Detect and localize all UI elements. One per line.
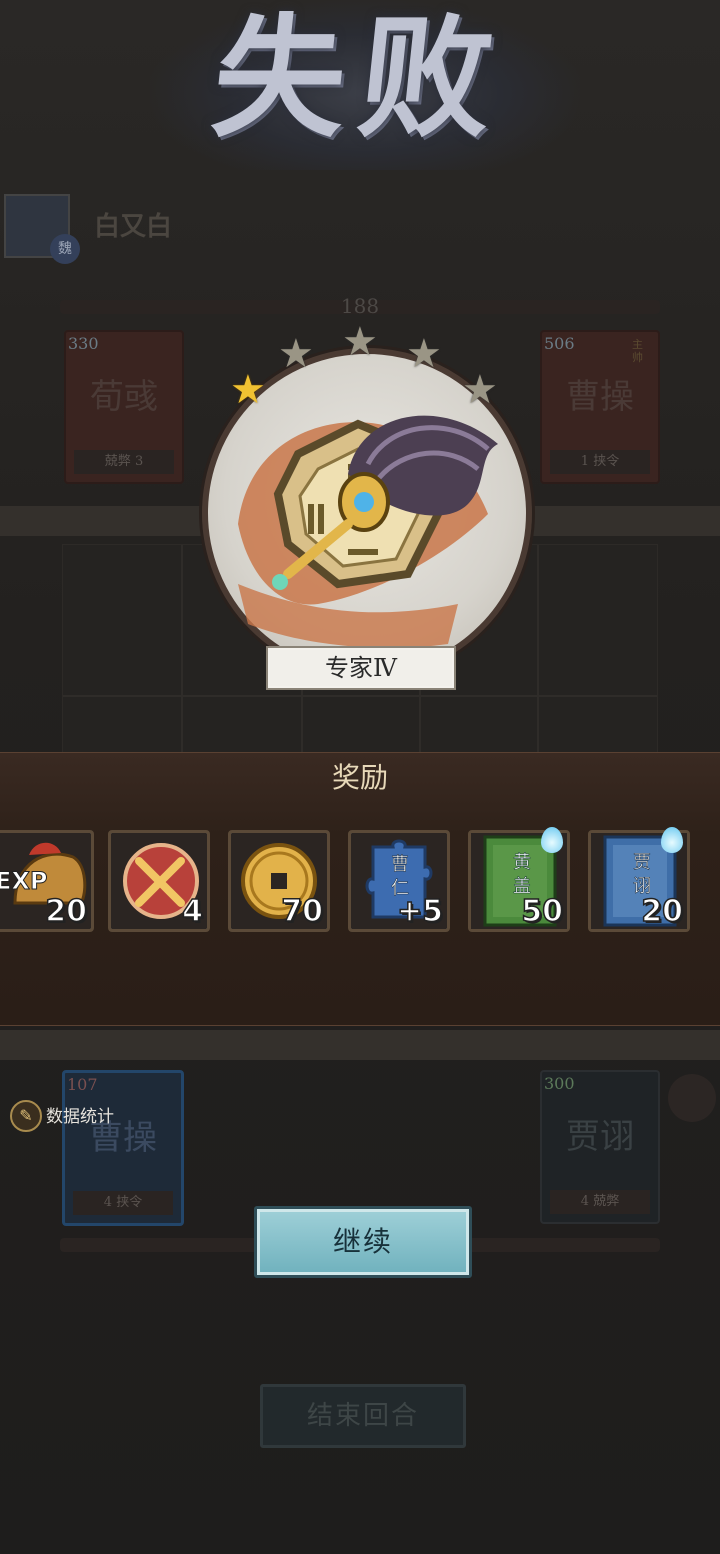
player-card[interactable]: 107 曹操 4 挟令: [62, 1070, 184, 1226]
card-stats: 1 挟令: [550, 450, 650, 474]
star-icon: ★: [406, 331, 442, 377]
star-icon: ★: [230, 367, 266, 413]
defeat-title: 失败: [205, 1, 515, 156]
card-stats: 兢弊 3: [74, 450, 174, 474]
reward-item[interactable]: 黄盖 50: [468, 827, 570, 932]
flame-icon: [541, 827, 563, 853]
wall-divider: [0, 1030, 720, 1060]
star-icon: ★: [462, 367, 498, 413]
card-cost: 300: [544, 1074, 575, 1093]
reward-count: 4: [181, 893, 203, 929]
card-name: 曹操: [566, 377, 634, 417]
leader-tag: 主帅: [632, 338, 643, 364]
reward-count: +5: [396, 893, 444, 929]
reward-item[interactable]: EXP 20: [0, 830, 94, 932]
rank-label: 专家Ⅳ: [266, 646, 456, 690]
reward-label: 黄盖: [513, 852, 532, 898]
card-cost: 107: [67, 1075, 98, 1094]
star-icon: ★: [278, 331, 314, 377]
stats-button[interactable]: 数据统计: [46, 1102, 114, 1127]
end-turn-button[interactable]: 结束回合: [260, 1384, 466, 1448]
reward-label: 贾诩: [633, 852, 652, 898]
player-card[interactable]: 300 贾诩 4 兢弊: [540, 1070, 660, 1224]
faction-badge: 魏: [50, 234, 80, 264]
opponent-card[interactable]: 506 主帅 曹操 1 挟令: [540, 330, 660, 484]
opponent-name: 白又白: [94, 212, 173, 242]
card-name: 贾诩: [566, 1117, 634, 1157]
continue-button[interactable]: 继续: [254, 1206, 472, 1278]
card-cost: 330: [68, 334, 99, 353]
reward-count: 70: [281, 893, 324, 929]
opponent-card[interactable]: 330 荀彧 兢弊 3: [64, 330, 184, 484]
stats-quill-icon[interactable]: ✎: [10, 1100, 42, 1132]
reward-item[interactable]: 贾诩 20: [588, 827, 690, 932]
surrender-flag-icon[interactable]: [668, 1074, 716, 1122]
star-icon: ★: [342, 319, 378, 365]
flame-icon: [661, 827, 683, 853]
reward-item[interactable]: 4: [108, 830, 210, 932]
reward-title: 奖励: [331, 761, 388, 794]
reward-count: 20: [45, 893, 88, 929]
reward-item[interactable]: 70: [228, 830, 330, 932]
reward-count: 20: [641, 893, 684, 930]
reward-count: 50: [521, 893, 564, 930]
card-stats: 4 挟令: [73, 1191, 173, 1215]
reward-label: EXP: [0, 867, 48, 896]
card-name: 荀彧: [90, 377, 158, 417]
card-cost: 506: [544, 334, 575, 353]
card-stats: 4 兢弊: [550, 1190, 650, 1214]
reward-item[interactable]: 曹仁 +5: [348, 830, 450, 932]
opponent-hp-value: 188: [340, 294, 380, 318]
